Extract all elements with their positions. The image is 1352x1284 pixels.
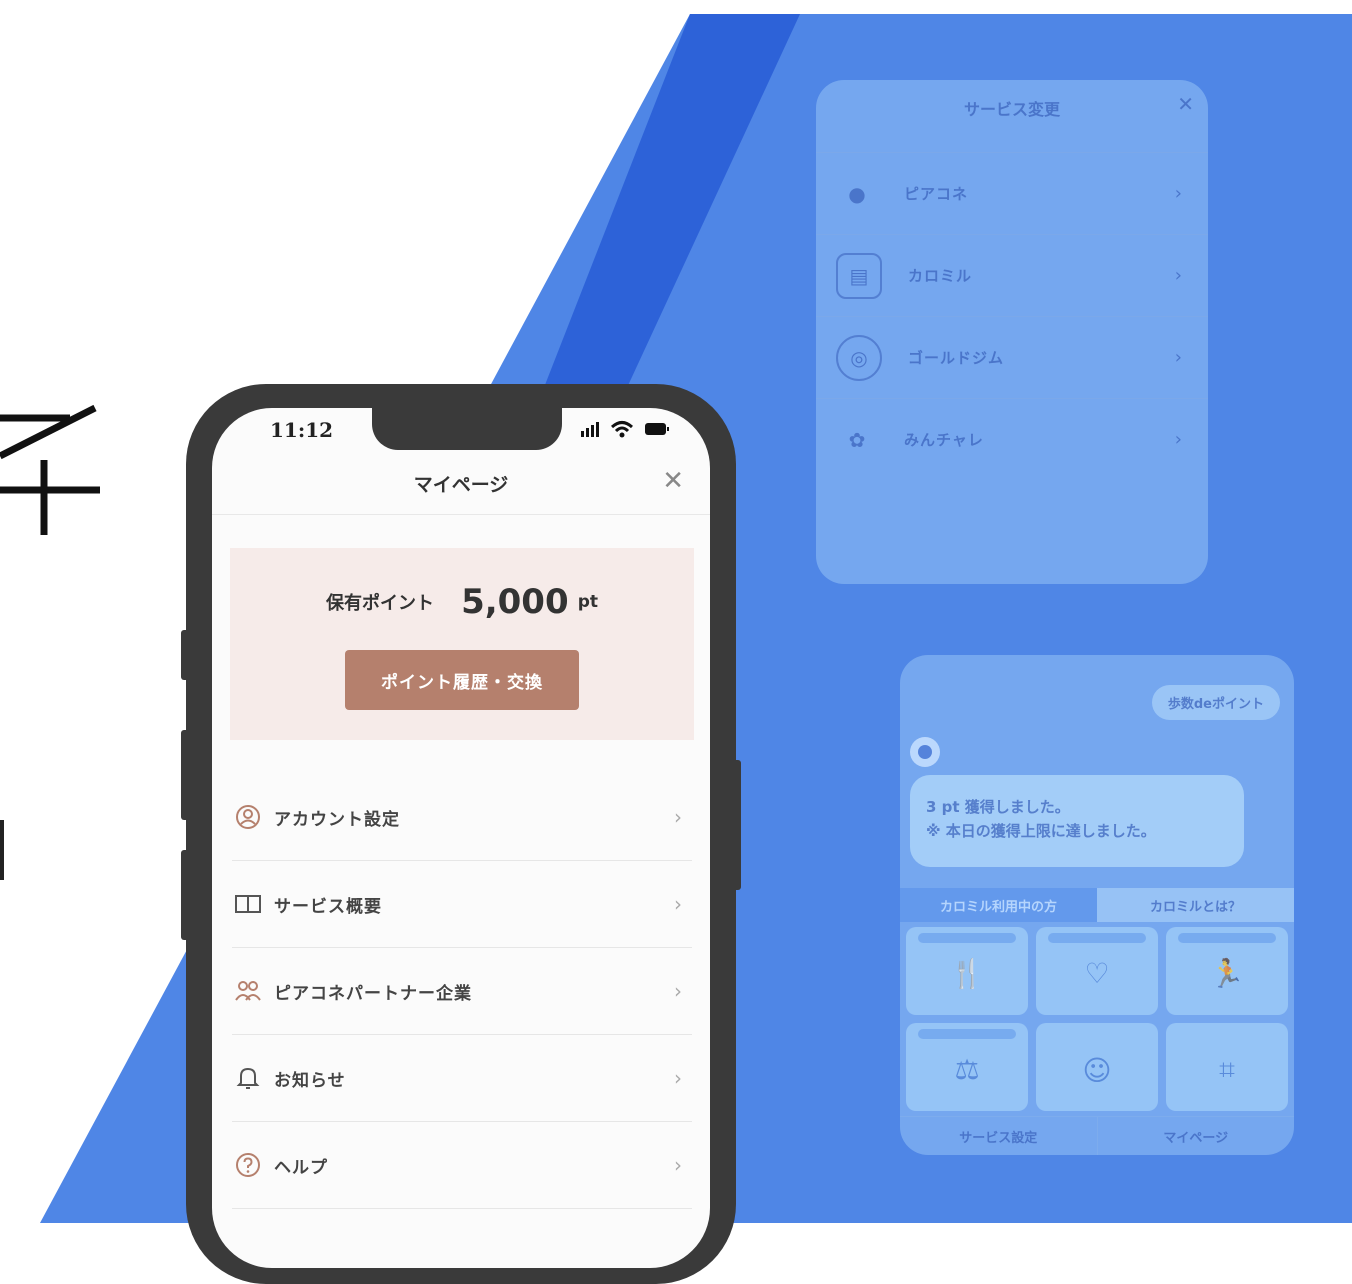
- phone-notch: [372, 408, 562, 450]
- phone-screen: 11:12 マイページ ✕ 保有ポイント 5,000 pt ポイント履歴・交換: [212, 408, 710, 1268]
- wifi-icon: [610, 421, 634, 438]
- service-item-peer-conne[interactable]: ● ピアコネ ›: [816, 152, 1208, 234]
- divider: [212, 514, 710, 515]
- calomiru-bottom-nav: サービス設定 マイページ: [900, 1116, 1294, 1155]
- points-unit: pt: [577, 592, 599, 612]
- goldgym-app-icon: ◎: [836, 334, 882, 381]
- tab-what-is-calomiru[interactable]: カロミルとは？: [1097, 888, 1294, 922]
- message-line-2: ※ 本日の獲得上限に達しました。: [926, 822, 1156, 840]
- feature-tile-weight[interactable]: ⚖: [906, 1023, 1028, 1111]
- chevron-right-icon: ›: [1174, 347, 1182, 368]
- status-time: 11:12: [270, 418, 334, 442]
- feature-tile-meal[interactable]: 🍴: [906, 927, 1028, 1015]
- feature-tile-course[interactable]: ☺: [1036, 1023, 1158, 1111]
- menu-item-label: サービス概要: [274, 896, 382, 917]
- phone-side-button: [181, 630, 189, 680]
- logo-icon: [0, 404, 100, 535]
- points-card: 保有ポイント 5,000 pt ポイント履歴・交換: [230, 548, 694, 740]
- points-row: 保有ポイント 5,000 pt: [230, 582, 694, 622]
- menu-item-label: お知らせ: [274, 1070, 346, 1091]
- service-item-label: カロミル: [908, 267, 973, 285]
- service-change-panel: サービス変更 ✕ ● ピアコネ › ▤ カロミル › ◎ ゴールドジム › ✿ …: [816, 80, 1208, 584]
- menu-item-help[interactable]: ヘルプ ›: [232, 1122, 692, 1209]
- menu-item-notices[interactable]: お知らせ ›: [232, 1035, 692, 1122]
- service-item-calomiru[interactable]: ▤ カロミル ›: [816, 234, 1208, 316]
- minchalle-app-icon: ✿: [848, 427, 866, 452]
- menu-item-label: アカウント設定: [274, 809, 400, 830]
- scan-icon: ⌗: [1219, 1053, 1235, 1086]
- chevron-right-icon: ›: [674, 979, 682, 1003]
- steps-points-button[interactable]: 歩数deポイント: [1151, 685, 1280, 720]
- tab-calomiru-users[interactable]: カロミル利用中の方: [900, 888, 1097, 922]
- service-list: ● ピアコネ › ▤ カロミル › ◎ ゴールドジム › ✿ みんチャレ ›: [816, 152, 1208, 480]
- service-item-label: ピアコネ: [904, 185, 969, 203]
- phone-side-button: [733, 760, 741, 890]
- message-line-1: 3 pt 獲得しました。: [926, 798, 1070, 816]
- service-item-label: みんチャレ: [904, 431, 984, 449]
- chevron-right-icon: ›: [1174, 265, 1182, 286]
- phone-side-button: [181, 850, 189, 940]
- feature-tile-health[interactable]: ♡: [1036, 927, 1158, 1015]
- calomiru-tabs: カロミル利用中の方 カロミルとは？: [900, 888, 1294, 922]
- signal-icon: [581, 422, 599, 437]
- mypage-menu: アカウント設定 › サービス概要 › ピアコネパートナー企業 › お知らせ ›: [232, 774, 692, 1209]
- menu-item-label: ヘルプ: [274, 1157, 328, 1178]
- feature-tile-exercise[interactable]: 🏃: [1166, 927, 1288, 1015]
- service-item-goldgym[interactable]: ◎ ゴールドジム ›: [816, 316, 1208, 398]
- book-icon: [232, 888, 264, 920]
- menu-item-service-overview[interactable]: サービス概要 ›: [232, 861, 692, 948]
- running-icon: 🏃: [1209, 956, 1245, 990]
- avatar: [910, 737, 940, 767]
- service-panel-title: サービス変更: [963, 100, 1060, 119]
- question-icon: [232, 1149, 264, 1181]
- service-item-minchalle[interactable]: ✿ みんチャレ ›: [816, 398, 1208, 480]
- chevron-right-icon: ›: [1174, 183, 1182, 204]
- points-label: 保有ポイント: [325, 593, 434, 614]
- feature-tile-challenge[interactable]: ⌗: [1166, 1023, 1288, 1111]
- chevron-right-icon: ›: [674, 1066, 682, 1090]
- scale-icon: ⚖: [954, 1052, 980, 1086]
- points-value: 5,000: [461, 582, 569, 622]
- heart-icon: ♡: [1084, 956, 1110, 990]
- calomiru-app-icon: ▤: [836, 252, 882, 299]
- chevron-right-icon: ›: [674, 1153, 682, 1177]
- service-settings-link[interactable]: サービス設定: [900, 1117, 1098, 1155]
- fork-knife-icon: 🍴: [949, 956, 985, 990]
- people-icon: [232, 975, 264, 1007]
- user-circle-icon: [232, 801, 264, 833]
- close-icon[interactable]: ✕: [1177, 92, 1194, 116]
- chevron-right-icon: ›: [674, 805, 682, 829]
- close-icon[interactable]: ✕: [662, 466, 684, 496]
- bell-icon: [232, 1062, 264, 1094]
- mypage-link[interactable]: マイページ: [1098, 1117, 1295, 1155]
- phone-side-button: [181, 730, 189, 820]
- chevron-right-icon: ›: [1174, 429, 1182, 450]
- logo-fragment: [0, 820, 4, 880]
- menu-item-account[interactable]: アカウント設定 ›: [232, 774, 692, 861]
- message-bubble: 3 pt 獲得しました。 ※ 本日の獲得上限に達しました。: [910, 775, 1244, 867]
- chevron-right-icon: ›: [674, 892, 682, 916]
- globe-icon: ●: [848, 181, 866, 206]
- service-item-label: ゴールドジム: [908, 349, 1005, 367]
- points-history-button[interactable]: ポイント履歴・交換: [345, 650, 579, 710]
- page-title: マイページ: [413, 474, 509, 496]
- battery-icon: [645, 423, 669, 435]
- feature-grid: 🍴 ♡ 🏃 ⚖ ☺ ⌗: [906, 927, 1288, 1111]
- menu-item-partners[interactable]: ピアコネパートナー企業 ›: [232, 948, 692, 1035]
- menu-item-label: ピアコネパートナー企業: [274, 983, 472, 1004]
- person-banner-icon: ☺: [1082, 1053, 1112, 1087]
- calomiru-panel: 歩数deポイント 3 pt 獲得しました。 ※ 本日の獲得上限に達しました。 カ…: [900, 655, 1294, 1155]
- status-icons: [580, 420, 670, 438]
